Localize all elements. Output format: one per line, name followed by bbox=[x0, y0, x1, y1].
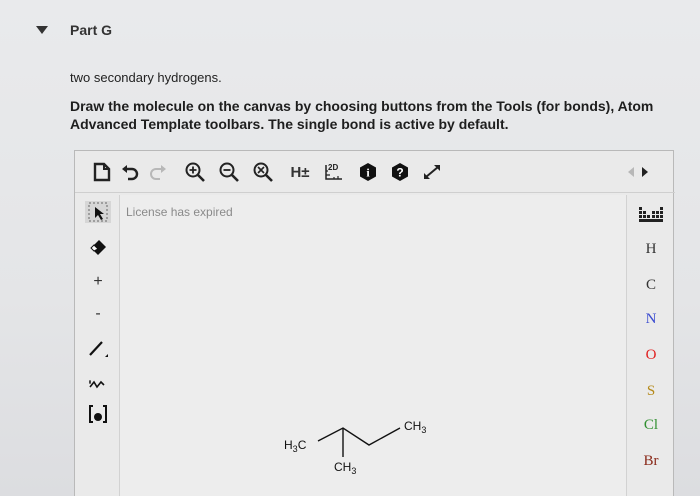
part-title: Part G bbox=[70, 22, 113, 38]
toggle-hydrogens-button[interactable]: H± bbox=[285, 161, 315, 183]
zoom-in-icon[interactable] bbox=[183, 161, 207, 183]
selection-tool-icon[interactable] bbox=[85, 201, 111, 223]
atom-button-c[interactable]: C bbox=[627, 277, 675, 294]
instructions: Draw the molecule on the canvas by choos… bbox=[70, 97, 700, 133]
redo-icon[interactable] bbox=[147, 161, 169, 183]
fullscreen-icon[interactable] bbox=[421, 161, 443, 183]
atom-button-br[interactable]: Br bbox=[627, 453, 675, 470]
instructions-line-2: Advanced Template toolbars. The single b… bbox=[70, 116, 509, 132]
bracket-tool-icon[interactable] bbox=[87, 403, 109, 425]
atom-button-cl[interactable]: Cl bbox=[627, 417, 675, 434]
atom-button-s[interactable]: S bbox=[627, 383, 675, 400]
question-text: two secondary hydrogens. bbox=[70, 70, 222, 85]
top-toolbar: H± 2D i ? bbox=[75, 151, 675, 193]
clean-2d-label: 2D bbox=[328, 163, 338, 172]
negative-charge-icon[interactable]: - bbox=[87, 303, 109, 325]
zoom-out-icon[interactable] bbox=[217, 161, 241, 183]
instructions-line-1: Draw the molecule on the canvas by choos… bbox=[70, 98, 654, 114]
info-icon[interactable]: i bbox=[357, 161, 379, 183]
help-icon-label: ? bbox=[396, 166, 403, 180]
zoom-reset-icon[interactable] bbox=[251, 161, 275, 183]
left-toolbar: + - bbox=[75, 195, 119, 496]
atom-button-h[interactable]: H bbox=[627, 241, 675, 258]
atom-label-ch3-right: CH3 bbox=[404, 419, 426, 435]
atom-toolbar: H C N O S Cl Br bbox=[627, 195, 675, 496]
chain-tool-icon[interactable] bbox=[87, 371, 109, 393]
bond-path bbox=[317, 427, 401, 446]
drawing-canvas[interactable]: License has expired H3C CH3 CH3 bbox=[119, 195, 627, 496]
undo-icon[interactable] bbox=[119, 161, 141, 183]
part-header[interactable]: Part G bbox=[0, 0, 700, 62]
help-icon[interactable]: ? bbox=[389, 161, 411, 183]
atom-button-o[interactable]: O bbox=[627, 347, 675, 364]
collapse-arrow-icon[interactable] bbox=[36, 26, 48, 34]
periodic-table-icon[interactable] bbox=[627, 205, 675, 228]
toolbar-scroll-arrows[interactable] bbox=[623, 161, 653, 183]
atom-label-h3c: H3C bbox=[284, 438, 307, 454]
atom-button-n[interactable]: N bbox=[627, 311, 675, 328]
molecule-drawing: H3C CH3 CH3 bbox=[284, 419, 426, 476]
single-bond-icon[interactable] bbox=[87, 337, 109, 359]
atom-label-ch3-bottom: CH3 bbox=[334, 460, 356, 476]
new-document-icon[interactable] bbox=[91, 161, 113, 183]
clean-2d-button[interactable]: 2D bbox=[321, 161, 347, 183]
molecule-editor: H± 2D i ? + - License has expired H3C CH… bbox=[74, 150, 675, 496]
positive-charge-icon[interactable]: + bbox=[87, 271, 109, 293]
eraser-icon[interactable] bbox=[87, 237, 109, 259]
